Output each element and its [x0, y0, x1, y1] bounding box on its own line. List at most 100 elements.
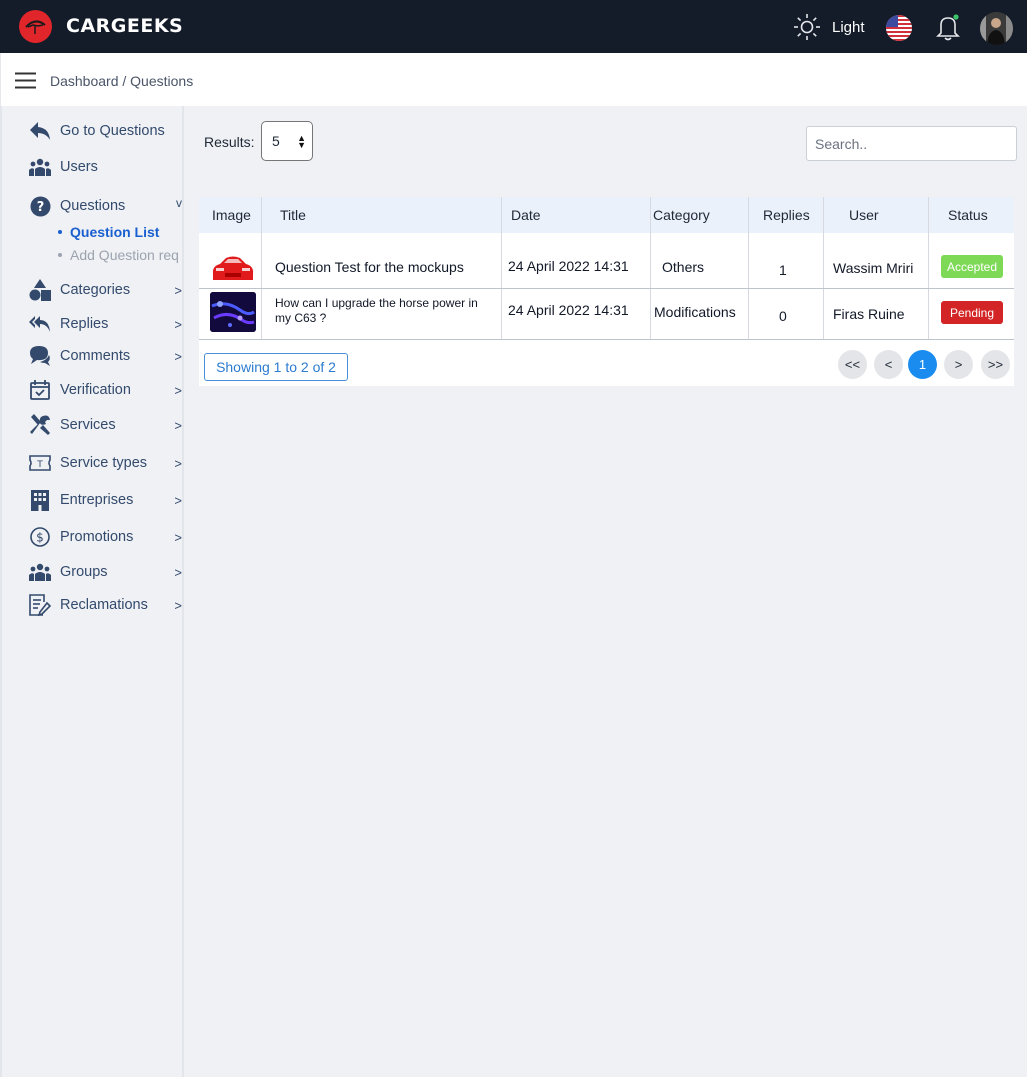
question-user: Wassim Mriri — [833, 260, 914, 276]
sidebar-item-categories[interactable]: Categories > — [29, 278, 182, 302]
shapes-icon — [29, 279, 51, 301]
user-avatar[interactable] — [980, 12, 1013, 45]
sidebar-item-service-types[interactable]: T Service types > — [29, 451, 182, 475]
column-header-title[interactable]: Title — [280, 207, 306, 223]
chevron-down-icon: v — [176, 196, 182, 210]
us-flag-icon[interactable] — [886, 15, 912, 41]
question-title[interactable]: How can I upgrade the horse power in my … — [275, 296, 497, 326]
chevron-right-icon: > — [174, 417, 182, 433]
sidebar-item-label: Services — [60, 417, 116, 433]
column-header-image[interactable]: Image — [212, 207, 251, 223]
results-value: 5 — [272, 133, 280, 149]
results-label: Results: — [204, 134, 255, 150]
sidebar-item-comments[interactable]: Comments > — [29, 344, 182, 368]
sidebar-item-label: Comments — [60, 348, 131, 364]
status-badge-pending[interactable]: Pending — [941, 301, 1003, 324]
column-header-status[interactable]: Status — [948, 207, 988, 223]
tools-icon — [29, 414, 51, 436]
chevron-right-icon: > — [174, 455, 182, 471]
chevron-right-icon: > — [174, 529, 182, 545]
sidebar-item-label: Replies — [60, 316, 109, 332]
updown-arrows-icon: ▲ ▼ — [297, 133, 306, 150]
sidebar-item-label: Service types — [60, 455, 148, 471]
question-image — [210, 292, 256, 332]
first-page-button[interactable]: << — [838, 350, 867, 379]
comments-icon — [29, 345, 51, 367]
showing-entries-info: Showing 1 to 2 of 2 — [204, 353, 348, 381]
sun-icon[interactable] — [793, 13, 821, 41]
sidebar-subitem-label: Question List — [70, 224, 160, 240]
breadcrumb[interactable]: Dashboard / Questions — [50, 73, 193, 89]
breadcrumb-bar: Dashboard / Questions — [0, 53, 1027, 106]
dollar-circle-icon: $ — [29, 526, 51, 548]
ticket-icon: T — [29, 452, 51, 474]
status-badge-accepted[interactable]: Accepted — [941, 255, 1003, 278]
page-1-button[interactable]: 1 — [908, 350, 937, 379]
question-title[interactable]: Question Test for the mockups — [275, 259, 464, 275]
search-input[interactable] — [806, 126, 1017, 161]
next-page-button[interactable]: > — [944, 350, 973, 379]
table-header — [199, 197, 1014, 233]
question-circle-icon: ? — [29, 195, 51, 217]
question-user: Firas Ruine — [833, 306, 905, 322]
chevron-right-icon: > — [174, 348, 182, 364]
question-date: 24 April 2022 14:31 — [508, 302, 629, 318]
svg-text:?: ? — [36, 200, 44, 215]
sidebar-item-label: Groups — [60, 564, 108, 580]
sidebar-item-label: Questions — [60, 198, 126, 214]
column-header-date[interactable]: Date — [511, 207, 541, 223]
column-header-replies[interactable]: Replies — [763, 207, 810, 223]
question-image — [210, 249, 256, 289]
calendar-check-icon — [29, 379, 51, 401]
question-category: Modifications — [654, 304, 736, 320]
bell-icon[interactable] — [934, 12, 962, 42]
sidebar-item-label: Entreprises — [60, 492, 134, 508]
column-header-category[interactable]: Category — [653, 207, 710, 223]
question-replies: 0 — [779, 308, 787, 324]
row-divider — [199, 339, 1014, 340]
sidebar-item-groups[interactable]: Groups > — [29, 560, 182, 584]
column-divider — [928, 197, 929, 340]
top-navbar: CARGEEKS Light — [0, 0, 1027, 53]
sidebar-item-reclamations[interactable]: Reclamations > — [29, 593, 182, 617]
edit-document-icon — [29, 594, 51, 616]
sidebar: Go to Questions Users ? Questions v Ques… — [0, 106, 184, 1077]
sidebar-subitem-add-question[interactable]: Add Question req — [58, 247, 179, 263]
column-divider — [650, 197, 651, 340]
sidebar-item-services[interactable]: Services > — [29, 413, 182, 437]
building-icon — [29, 489, 51, 511]
column-divider — [501, 197, 502, 340]
hamburger-menu-icon[interactable] — [15, 72, 36, 89]
sidebar-item-questions[interactable]: ? Questions v — [29, 194, 182, 218]
sidebar-item-go-to-questions[interactable]: Go to Questions — [29, 119, 182, 143]
svg-text:T: T — [36, 460, 43, 470]
chevron-right-icon: > — [174, 282, 182, 298]
question-replies: 1 — [779, 262, 787, 278]
sidebar-item-verification[interactable]: Verification > — [29, 378, 182, 402]
logo-icon[interactable] — [19, 10, 52, 43]
sidebar-item-promotions[interactable]: $ Promotions > — [29, 525, 182, 549]
results-per-page-select[interactable]: 5 ▲ ▼ — [261, 121, 313, 161]
sidebar-item-label: Verification — [60, 382, 131, 398]
users-icon — [29, 156, 51, 178]
reply-arrow-icon — [29, 120, 51, 142]
sidebar-item-users[interactable]: Users — [29, 155, 182, 179]
sidebar-subitem-question-list[interactable]: Question List — [58, 224, 159, 240]
column-header-user[interactable]: User — [849, 207, 879, 223]
sidebar-subitem-label: Add Question req — [70, 247, 179, 263]
sidebar-item-replies[interactable]: Replies > — [29, 312, 182, 336]
chevron-right-icon: > — [174, 564, 182, 580]
sidebar-item-entreprises[interactable]: Entreprises > — [29, 488, 182, 512]
chevron-right-icon: > — [174, 492, 182, 508]
previous-page-button[interactable]: < — [874, 350, 903, 379]
theme-toggle-label[interactable]: Light — [832, 19, 865, 36]
last-page-button[interactable]: >> — [981, 350, 1010, 379]
question-date: 24 April 2022 14:31 — [508, 258, 629, 274]
reply-all-icon — [29, 313, 51, 335]
column-divider — [261, 197, 262, 340]
bullet-dot — [58, 253, 62, 257]
chevron-right-icon: > — [174, 597, 182, 613]
chevron-right-icon: > — [174, 316, 182, 332]
sidebar-item-label: Users — [60, 159, 98, 175]
question-category: Others — [662, 259, 705, 275]
